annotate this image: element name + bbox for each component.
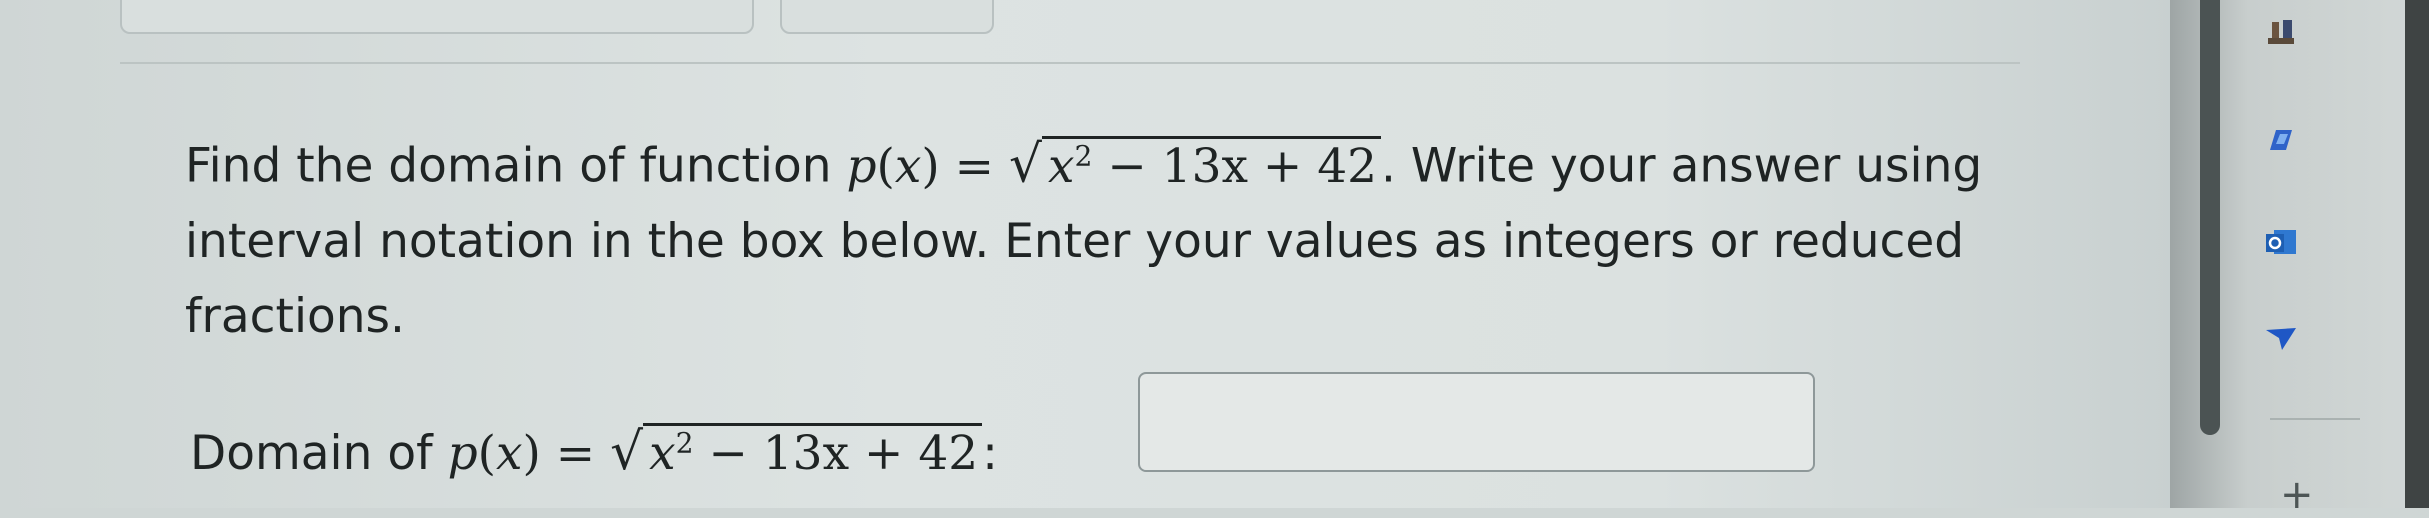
- question-intro: Find the domain of function: [185, 138, 847, 194]
- send-icon[interactable]: [2262, 320, 2300, 358]
- question-text: Find the domain of function p(x) = √ x2 −…: [185, 118, 2025, 354]
- add-icon[interactable]: +: [2280, 475, 2314, 515]
- answer-label: Domain of: [190, 426, 448, 481]
- screen-edge: [2405, 0, 2429, 508]
- chess-icon[interactable]: [2262, 14, 2300, 52]
- side-divider: [2270, 418, 2360, 420]
- question-page: Find the domain of function p(x) = √ x2 −…: [0, 0, 2210, 508]
- divider: [120, 62, 2020, 64]
- answer-function-expression: p(x) = √ x2 − 13x + 42: [448, 422, 983, 482]
- answer-row: Domain of p(x) = √ x2 − 13x + 42:: [190, 422, 998, 482]
- top-tab-right[interactable]: [780, 0, 994, 34]
- top-tab-left[interactable]: [120, 0, 754, 34]
- answer-colon: :: [982, 426, 998, 481]
- copilot-icon[interactable]: [2262, 122, 2300, 160]
- domain-answer-input[interactable]: [1138, 372, 1815, 472]
- scrollbar[interactable]: [2200, 0, 2220, 435]
- outlook-icon[interactable]: [2262, 222, 2300, 260]
- function-expression: p(x) = √ x2 − 13x + 42: [846, 135, 1382, 195]
